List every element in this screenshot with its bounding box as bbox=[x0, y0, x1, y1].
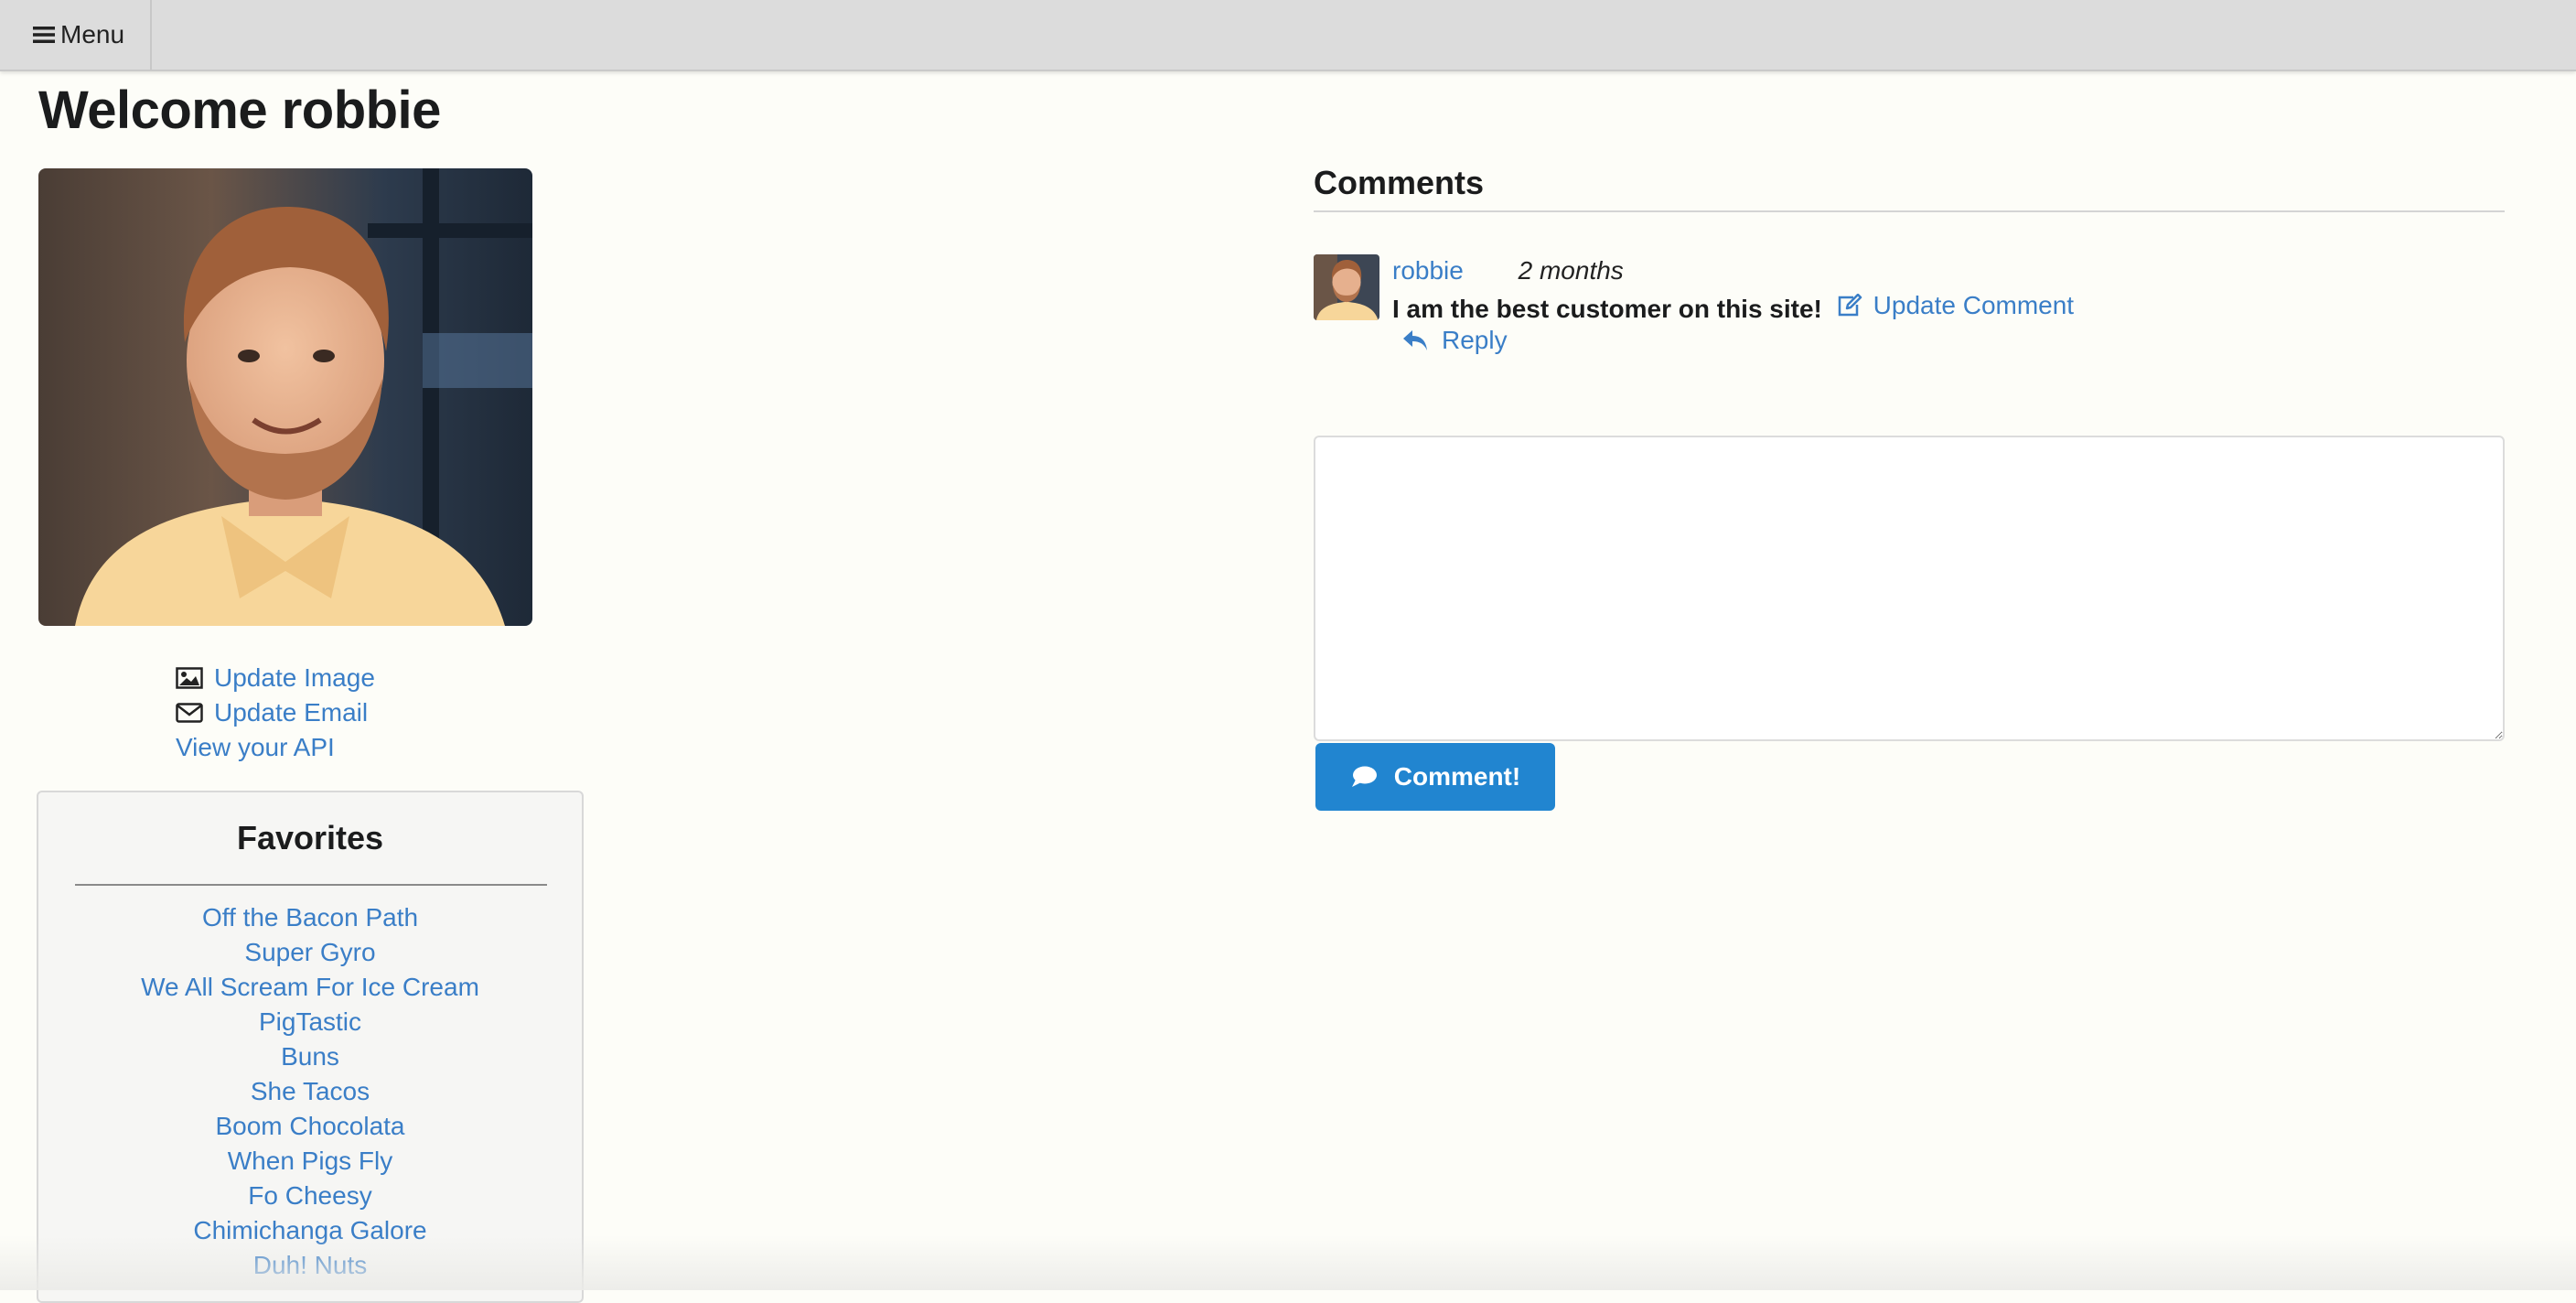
comment-meta: robbie 2 months bbox=[1392, 254, 1624, 287]
edit-icon bbox=[1838, 294, 1862, 317]
reply-link[interactable]: Reply bbox=[1401, 324, 1508, 357]
favorite-item[interactable]: When Pigs Fly bbox=[38, 1144, 582, 1179]
comment-date: 2 months bbox=[1518, 256, 1624, 285]
comment-body: I am the best customer on this site! Upd… bbox=[1392, 289, 2074, 326]
comment-avatar[interactable] bbox=[1314, 254, 1379, 320]
favorite-item[interactable]: We All Scream For Ice Cream bbox=[38, 970, 582, 1005]
comments-divider bbox=[1314, 210, 2505, 212]
favorite-item[interactable]: Buns bbox=[38, 1039, 582, 1074]
update-image-label[interactable]: Update Image bbox=[214, 663, 375, 693]
favorite-item[interactable]: Fo Cheesy bbox=[38, 1179, 582, 1213]
favorite-item[interactable]: Boom Chocolata bbox=[38, 1109, 582, 1144]
comment-submit-button[interactable]: Comment! bbox=[1315, 743, 1555, 811]
reply-icon bbox=[1403, 330, 1427, 350]
comment-textarea[interactable] bbox=[1314, 436, 2505, 741]
favorites-divider bbox=[75, 884, 547, 886]
comment-submit-label[interactable]: Comment! bbox=[1394, 762, 1520, 791]
favorites-list: Off the Bacon Path Super Gyro We All Screa… bbox=[38, 900, 582, 1283]
hamburger-icon bbox=[33, 27, 55, 43]
reply-label[interactable]: Reply bbox=[1442, 324, 1508, 357]
favorite-item[interactable]: She Tacos bbox=[38, 1074, 582, 1109]
update-email-label[interactable]: Update Email bbox=[214, 698, 368, 727]
favorite-item[interactable]: PigTastic bbox=[38, 1005, 582, 1039]
top-menu-bar: Menu bbox=[0, 0, 2576, 71]
view-api-link[interactable]: View your API bbox=[176, 730, 375, 765]
favorite-item[interactable]: Chimichanga Galore bbox=[38, 1213, 582, 1248]
comment-author[interactable]: robbie bbox=[1392, 256, 1464, 285]
update-image-link[interactable]: Update Image bbox=[176, 661, 375, 695]
speech-bubble-icon bbox=[1351, 766, 1377, 787]
favorites-title: Favorites bbox=[236, 819, 384, 856]
update-email-link[interactable]: Update Email bbox=[176, 695, 375, 730]
update-comment-label[interactable]: Update Comment bbox=[1873, 289, 2074, 322]
comment-text: I am the best customer on this site! bbox=[1392, 295, 1822, 323]
envelope-icon bbox=[176, 703, 203, 723]
image-icon bbox=[176, 667, 203, 689]
menu-label: Menu bbox=[60, 20, 125, 48]
favorite-item[interactable]: Duh! Nuts bbox=[38, 1248, 582, 1283]
favorite-item[interactable]: Super Gyro bbox=[38, 935, 582, 970]
page-title: Welcome robbie bbox=[38, 81, 441, 140]
update-comment-link[interactable]: Update Comment bbox=[1837, 289, 2074, 322]
view-api-label[interactable]: View your API bbox=[176, 733, 335, 762]
favorites-panel: Favorites Off the Bacon Path Super Gyro We… bbox=[37, 791, 584, 1303]
menu-button[interactable]: Menu bbox=[0, 0, 152, 70]
profile-photo bbox=[38, 168, 532, 626]
comments-title: Comments bbox=[1314, 164, 1485, 201]
profile-links: Update Image Update Email View your API bbox=[176, 661, 375, 765]
favorite-item[interactable]: Off the Bacon Path bbox=[38, 900, 582, 935]
